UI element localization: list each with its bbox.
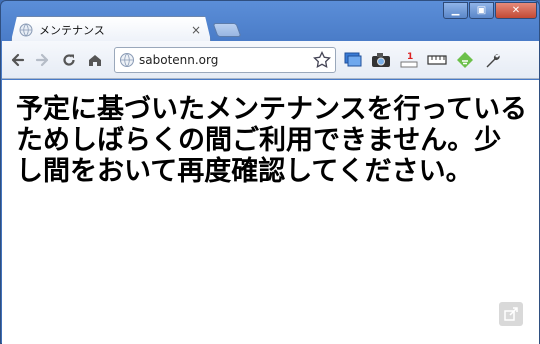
- extension-screenshot[interactable]: [342, 49, 364, 71]
- tab-close-icon[interactable]: ×: [189, 23, 203, 37]
- share-page-button[interactable]: [499, 302, 523, 326]
- tab-title: メンテナンス: [39, 24, 105, 37]
- minimize-button[interactable]: ▁: [443, 2, 468, 19]
- tab-active[interactable]: メンテナンス ×: [19, 19, 209, 41]
- globe-icon: [120, 52, 134, 67]
- globe-icon: [19, 23, 33, 37]
- extension-feedly[interactable]: [454, 49, 476, 71]
- back-button[interactable]: [6, 49, 28, 71]
- extension-counter[interactable]: 1: [398, 49, 420, 71]
- monitor-image-icon: [344, 52, 362, 66]
- window-controls: ▁ ▣ ✕: [442, 2, 537, 19]
- settings-wrench-button[interactable]: [482, 49, 504, 71]
- extension-camera[interactable]: [370, 49, 392, 71]
- home-icon: [89, 54, 101, 66]
- pen-tray-icon: 1: [400, 52, 418, 67]
- home-button[interactable]: [84, 49, 106, 71]
- wrench-icon: [486, 53, 500, 67]
- maximize-icon: ▣: [476, 5, 487, 16]
- share-icon: [504, 307, 518, 321]
- reload-button[interactable]: [58, 49, 80, 71]
- feedly-icon: [457, 51, 473, 68]
- bookmark-star-icon[interactable]: [313, 50, 331, 69]
- browser-window: メンテナンス × ▁ ▣ ✕ sabotenn.org 1 予定に基づいたメンテ…: [0, 0, 540, 344]
- maintenance-message: 予定に基づいたメンテナンスを行っているためしばらくの間ご利用できません。少し間を…: [16, 94, 528, 187]
- close-icon: ✕: [511, 5, 521, 16]
- reload-icon: [63, 53, 75, 66]
- ruler-icon: [427, 54, 447, 65]
- toolbar: sabotenn.org 1: [2, 41, 539, 79]
- camera-icon: [372, 52, 390, 67]
- forward-button[interactable]: [32, 49, 54, 71]
- maximize-button[interactable]: ▣: [469, 2, 494, 19]
- extension-ruler[interactable]: [426, 49, 448, 71]
- url-text[interactable]: sabotenn.org: [139, 53, 313, 67]
- extension-badge: 1: [407, 52, 413, 62]
- close-button[interactable]: ✕: [495, 2, 537, 19]
- address-bar[interactable]: sabotenn.org: [114, 46, 336, 73]
- tab-strip: メンテナンス × ▁ ▣ ✕: [1, 1, 540, 41]
- forward-arrow-icon: [35, 53, 49, 66]
- page-content: 予定に基づいたメンテナンスを行っているためしばらくの間ご利用できません。少し間を…: [2, 80, 539, 344]
- back-arrow-icon: [11, 53, 25, 66]
- minimize-icon: ▁: [451, 5, 460, 16]
- new-tab-button[interactable]: [212, 23, 242, 37]
